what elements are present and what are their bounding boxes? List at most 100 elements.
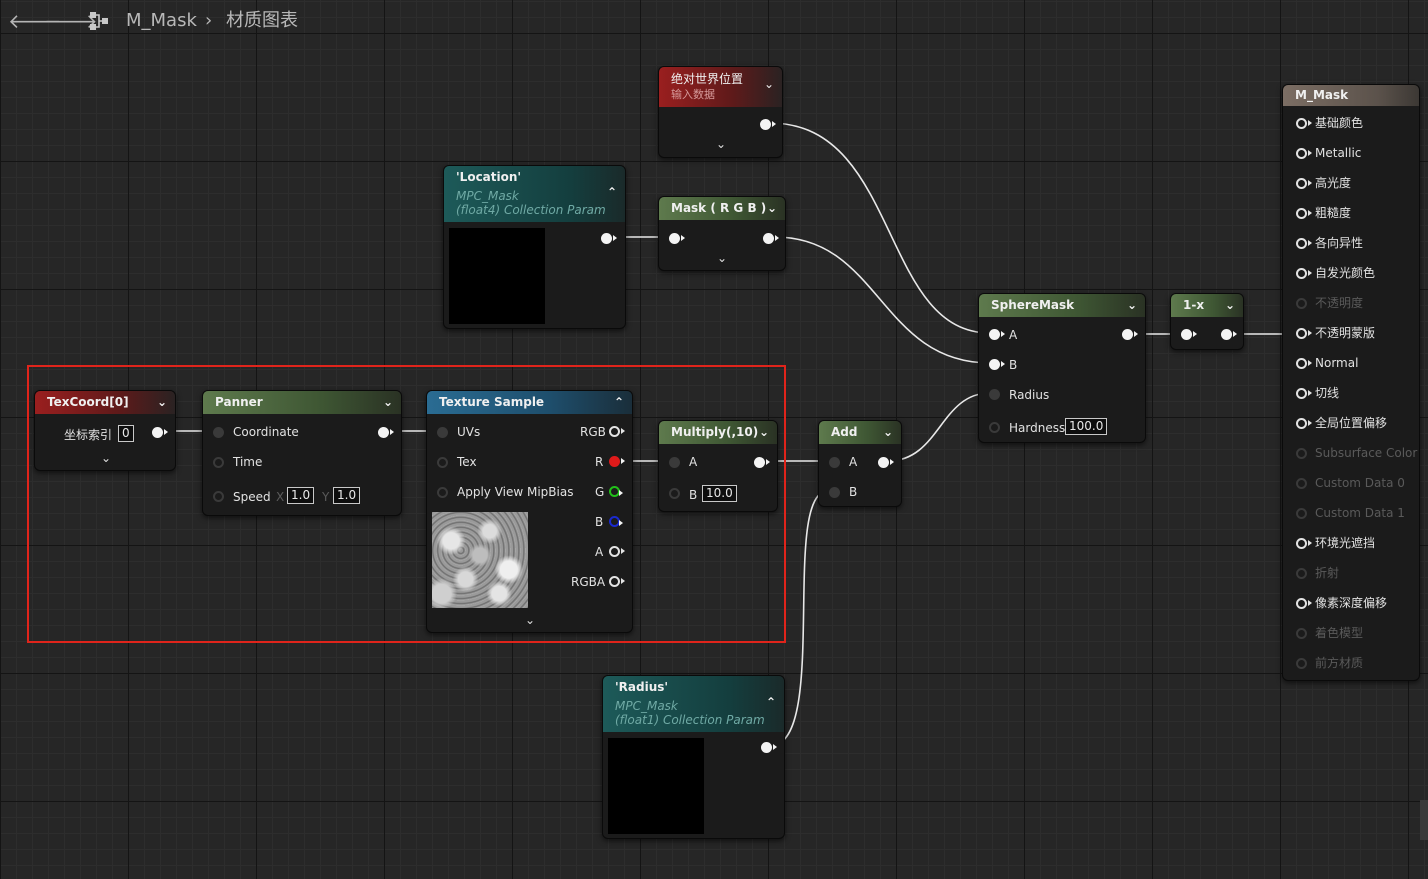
speed-y-field[interactable]: 1.0 — [333, 487, 361, 504]
output-pin[interactable] — [152, 427, 168, 438]
input-pin-a[interactable] — [669, 457, 680, 468]
output-pin[interactable] — [761, 742, 777, 753]
input-pin-hardness[interactable] — [989, 422, 1000, 433]
chevron-up-icon[interactable]: ⌃ — [614, 391, 624, 414]
result-input-pin[interactable] — [1296, 118, 1312, 129]
output-pin[interactable] — [1221, 329, 1237, 340]
input-pin-time[interactable] — [213, 457, 224, 468]
output-pin[interactable] — [378, 427, 394, 438]
result-input-pin[interactable] — [1296, 418, 1312, 429]
node-header[interactable]: SphereMask ⌄ — [979, 294, 1145, 317]
input-pin-b[interactable] — [989, 359, 1005, 370]
node-texture-sample[interactable]: Texture Sample ⌃ UVs Tex Apply View MipB… — [426, 390, 633, 633]
input-pin-uvs[interactable] — [437, 427, 448, 438]
output-pin-rgba[interactable] — [609, 576, 625, 587]
expand-chevron-icon[interactable]: ⌄ — [716, 137, 726, 151]
chevron-down-icon[interactable]: ⌄ — [767, 197, 777, 220]
expand-chevron-icon[interactable]: ⌄ — [717, 251, 727, 265]
input-pin-coordinate[interactable] — [213, 427, 224, 438]
result-input-pin[interactable] — [1296, 628, 1307, 639]
node-mask-rgb[interactable]: Mask ( R G B ) ⌄ ⌄ — [658, 196, 786, 271]
node-header[interactable]: M_Mask — [1283, 85, 1419, 106]
result-input-pin[interactable] — [1296, 178, 1312, 189]
node-title: Mask ( R G B ) — [671, 201, 767, 215]
chevron-down-icon[interactable]: ⌄ — [383, 391, 393, 414]
breadcrumb-graph[interactable]: 材质图表 — [226, 10, 298, 32]
output-pin[interactable] — [760, 119, 776, 130]
chevron-down-icon[interactable]: ⌄ — [1127, 294, 1137, 317]
node-texcoord[interactable]: TexCoord[0] ⌄ 坐标索引 0 ⌄ — [34, 390, 176, 471]
input-pin-a[interactable] — [989, 329, 1005, 340]
input-pin-b[interactable] — [669, 488, 680, 499]
output-pin-g[interactable] — [609, 486, 623, 497]
result-input-pin[interactable] — [1296, 658, 1307, 669]
chevron-down-icon[interactable]: ⌄ — [883, 421, 893, 444]
output-pin-b[interactable] — [609, 516, 623, 527]
chevron-down-icon[interactable]: ⌄ — [1225, 294, 1235, 317]
input-pin-tex[interactable] — [437, 457, 448, 468]
node-header[interactable]: Panner ⌄ — [203, 391, 401, 414]
result-input-pin[interactable] — [1296, 208, 1312, 219]
expand-chevron-icon[interactable]: ⌄ — [525, 613, 535, 627]
result-input-pin[interactable] — [1296, 538, 1312, 549]
index-value-field[interactable]: 0 — [118, 425, 134, 442]
input-pin-mipbias[interactable] — [437, 487, 448, 498]
input-pin[interactable] — [1181, 329, 1197, 340]
node-header[interactable]: TexCoord[0] ⌄ — [35, 391, 175, 414]
result-input-pin[interactable] — [1296, 568, 1307, 579]
node-header[interactable]: Texture Sample ⌃ — [427, 391, 632, 414]
output-pin[interactable] — [754, 457, 770, 468]
result-input-pin[interactable] — [1296, 328, 1312, 339]
input-pin[interactable] — [669, 233, 685, 244]
node-location-param[interactable]: 'Location' ⌃ MPC_Mask (float4) Collectio… — [443, 165, 626, 329]
node-absolute-world-position[interactable]: 绝对世界位置 输入数据 ⌄ ⌄ — [658, 66, 783, 158]
node-header[interactable]: Multiply(,10) ⌄ — [659, 421, 777, 444]
chevron-down-icon[interactable]: ⌄ — [157, 391, 167, 414]
node-header[interactable]: 1-x ⌄ — [1171, 294, 1243, 317]
node-sphere-mask[interactable]: SphereMask ⌄ A B Radius Hardness 100.0 — [978, 293, 1146, 443]
input-pin-speed[interactable] — [213, 491, 224, 502]
output-pin[interactable] — [763, 233, 779, 244]
node-material-result[interactable]: M_Mask 基础颜色 Metallic 高光度 粗糙度 各向异性 自发光颜色 不透明度 不透… — [1282, 84, 1420, 681]
input-pin-a[interactable] — [829, 457, 840, 468]
node-multiply[interactable]: Multiply(,10) ⌄ A B 10.0 — [658, 420, 778, 512]
result-input-pin[interactable] — [1296, 448, 1307, 459]
input-pin-radius[interactable] — [989, 389, 1000, 400]
result-input-pin[interactable] — [1296, 478, 1307, 489]
node-one-minus[interactable]: 1-x ⌄ — [1170, 293, 1244, 350]
output-pin[interactable] — [601, 233, 617, 244]
node-header[interactable]: Mask ( R G B ) ⌄ — [659, 197, 785, 220]
node-add[interactable]: Add ⌄ A B — [818, 420, 902, 507]
result-input-pin[interactable] — [1296, 388, 1312, 399]
chevron-up-icon[interactable]: ⌃ — [607, 184, 617, 200]
chevron-down-icon[interactable]: ⌄ — [759, 421, 769, 444]
scrollbar[interactable] — [1420, 800, 1428, 840]
b-value-field[interactable]: 10.0 — [702, 485, 737, 502]
output-pin-r[interactable] — [609, 456, 625, 467]
node-radius-param[interactable]: 'Radius' ⌃ MPC_Mask (float1) Collection … — [602, 675, 785, 839]
node-header[interactable]: 绝对世界位置 输入数据 ⌄ — [659, 67, 782, 107]
breadcrumb-asset[interactable]: M_Mask — [126, 10, 197, 32]
result-input-pin[interactable] — [1296, 358, 1312, 369]
result-input-pin[interactable] — [1296, 268, 1312, 279]
result-input-pin[interactable] — [1296, 238, 1312, 249]
node-header[interactable]: Add ⌄ — [819, 421, 901, 444]
output-pin[interactable] — [1122, 329, 1138, 340]
expand-chevron-icon[interactable]: ⌄ — [101, 451, 111, 465]
result-input-pin[interactable] — [1296, 508, 1307, 519]
result-pin-label: 着色模型 — [1315, 626, 1364, 640]
output-pin-a[interactable] — [609, 546, 625, 557]
speed-x-field[interactable]: 1.0 — [287, 487, 315, 504]
input-pin-b[interactable] — [829, 487, 840, 498]
result-pin-label: Metallic — [1315, 146, 1362, 160]
chevron-down-icon[interactable]: ⌄ — [764, 76, 774, 92]
hardness-value-field[interactable]: 100.0 — [1065, 418, 1108, 435]
result-input-pin[interactable] — [1296, 598, 1312, 609]
node-panner[interactable]: Panner ⌄ Coordinate Time Speed X 1.0 Y 1… — [202, 390, 402, 516]
output-pin[interactable] — [878, 457, 894, 468]
result-input-pin[interactable] — [1296, 148, 1312, 159]
result-input-pin[interactable] — [1296, 298, 1307, 309]
chevron-up-icon[interactable]: ⌃ — [766, 694, 776, 710]
speed-y-label: Y — [322, 490, 330, 504]
output-pin-rgb[interactable] — [609, 426, 625, 437]
